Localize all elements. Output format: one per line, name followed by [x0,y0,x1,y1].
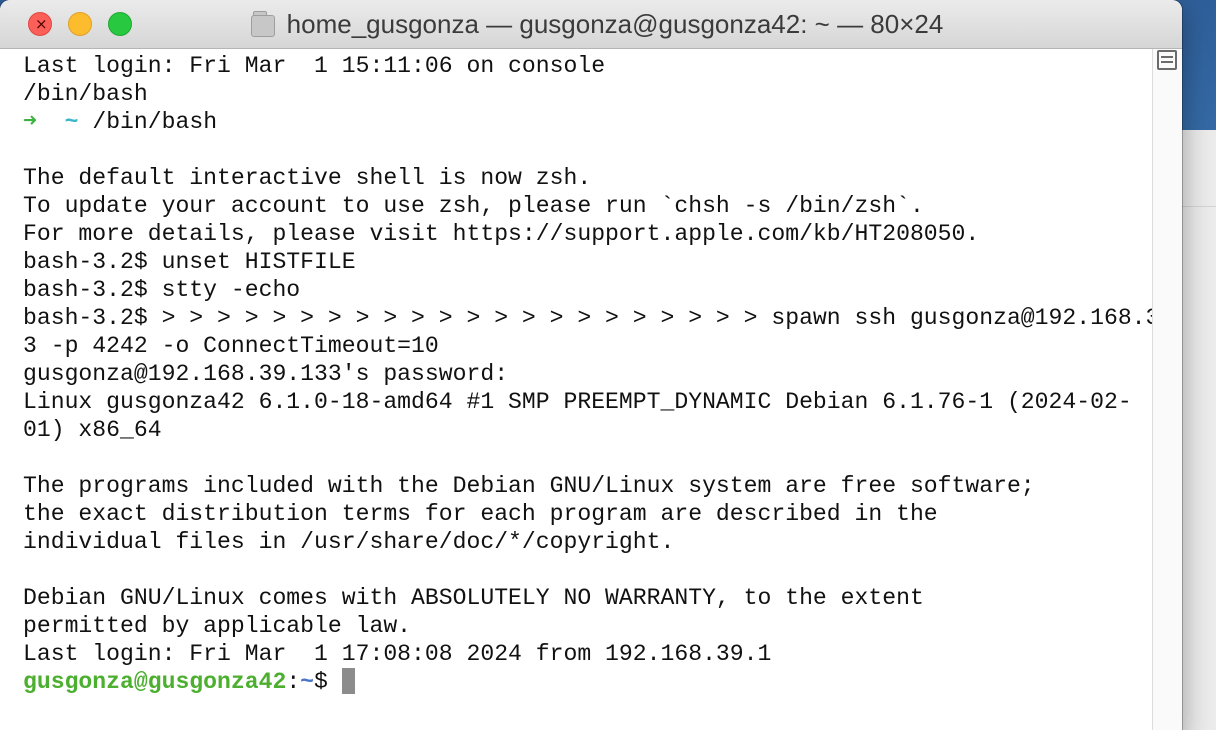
terminal-line: To update your account to use zsh, pleas… [23,193,924,219]
terminal-output[interactable]: Last login: Fri Mar 1 15:11:06 on consol… [23,52,1182,696]
prompt-colon: : [286,669,301,695]
background-window [1176,130,1216,730]
terminal-line: bash-3.2$ > > > > > > > > > > > > > > > … [23,305,1182,331]
title-area: home_gusgonza — gusgonza@gusgonza42: ~ —… [0,0,1182,48]
terminal-line: permitted by applicable law. [23,613,412,639]
terminal-line: /bin/bash [23,81,148,107]
tilde-prompt: ~ [64,109,79,135]
terminal-window: × home_gusgonza — gusgonza@gusgonza42: ~… [0,0,1182,730]
prompt-symbol: $ [314,669,328,695]
terminal-line: Last login: Fri Mar 1 15:11:06 on consol… [23,53,606,79]
prompt-path: ~ [300,669,315,695]
command-text: /bin/bash [92,109,218,135]
terminal-line: the exact distribution terms for each pr… [23,501,938,527]
text-cursor [341,668,355,694]
terminal-line: For more details, please visit https://s… [23,221,980,247]
terminal-line: gusgonza@192.168.39.133's password: [23,361,509,387]
split-pane-icon[interactable] [1157,50,1177,70]
terminal-line: bash-3.2$ stty -echo [23,277,301,303]
shell-prompt-line[interactable]: gusgonza@gusgonza42:~$ [23,668,1182,696]
terminal-line: individual files in /usr/share/doc/*/cop… [23,529,675,555]
terminal-line: Last login: Fri Mar 1 17:08:08 2024 from… [23,641,772,667]
terminal-line: 01) x86_64 [23,417,162,443]
terminal-line: bash-3.2$ unset HISTFILE [23,249,356,275]
arrow-icon: ➜ [23,109,37,135]
window-title: home_gusgonza — gusgonza@gusgonza42: ~ —… [286,8,944,39]
terminal-line: The default interactive shell is now zsh… [23,165,592,191]
terminal-line: Debian GNU/Linux comes with ABSOLUTELY N… [23,585,924,611]
terminal-line: Linux gusgonza42 6.1.0-18-amd64 #1 SMP P… [23,389,1132,415]
folder-icon[interactable] [250,9,275,39]
prompt-user-host: gusgonza@gusgonza42 [23,669,287,695]
terminal-line: ➜ ~ /bin/bash [23,108,1182,136]
terminal-line: 3 -p 4242 -o ConnectTimeout=10 [23,333,439,359]
terminal-line: The programs included with the Debian GN… [23,473,1035,499]
scrollbar[interactable] [1152,49,1182,730]
title-bar[interactable]: × home_gusgonza — gusgonza@gusgonza42: ~… [0,0,1182,49]
background-divider [1177,206,1216,207]
